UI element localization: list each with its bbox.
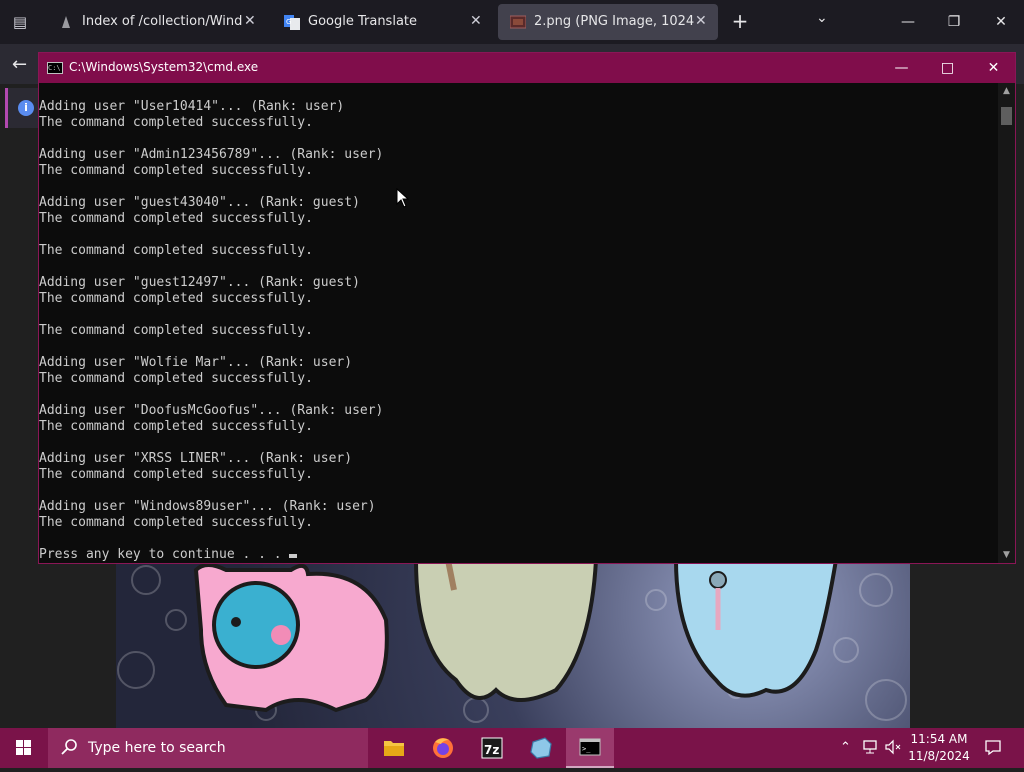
console-line: Adding user "DoofusMcGoofus"... (Rank: u… — [39, 403, 384, 418]
close-icon[interactable]: ✕ — [981, 8, 1021, 36]
browser-tab-bar: ▤ Index of /collection/Windows X ✕ G Goo… — [0, 0, 1024, 44]
svg-text:>_: >_ — [582, 745, 591, 753]
text-cursor — [289, 554, 298, 558]
7zip-button[interactable]: 7z — [468, 728, 516, 768]
mouse-pointer-icon — [396, 188, 410, 208]
tab-label: Google Translate — [308, 14, 418, 29]
file-explorer-button[interactable] — [370, 728, 418, 768]
7zip-icon: 7z — [481, 737, 503, 759]
console-line: The command completed successfully. — [39, 515, 313, 530]
tab-label: Index of /collection/Windows X — [82, 14, 242, 29]
virtualbox-icon — [530, 737, 552, 759]
console-output[interactable]: Adding user "User10414"... (Rank: user) T… — [39, 83, 999, 579]
windows-logo-icon — [16, 740, 31, 755]
scroll-down-icon[interactable]: ▼ — [998, 547, 1015, 563]
clock-time: 11:54 AM — [910, 732, 968, 746]
console-line: The command completed successfully. — [39, 371, 313, 386]
console-line: The command completed successfully. — [39, 291, 313, 306]
back-arrow-icon[interactable]: ← — [12, 54, 27, 75]
console-line: The command completed successfully. — [39, 243, 313, 258]
image-favicon-icon — [510, 15, 526, 29]
scrollbar-thumb[interactable] — [1001, 107, 1012, 125]
system-clock[interactable]: 11:54 AM 11/8/2024 — [908, 731, 970, 765]
google-translate-icon: G — [284, 15, 300, 30]
tab-google-translate[interactable]: G Google Translate ✕ — [272, 4, 486, 40]
virtualbox-button[interactable] — [517, 728, 565, 768]
volume-muted-icon[interactable] — [884, 739, 902, 755]
scroll-up-icon[interactable]: ▲ — [998, 83, 1015, 99]
search-placeholder: Type here to search — [88, 740, 226, 756]
svg-text:7z: 7z — [484, 743, 499, 757]
firefox-icon — [433, 738, 453, 758]
cmd-app-icon: C:\ — [47, 62, 63, 74]
taskbar: Type here to search 7z >_ ⌃ 11:54 AM 11/… — [0, 728, 1024, 768]
console-line: The command completed successfully. — [39, 323, 313, 338]
command-prompt-icon: >_ — [579, 738, 601, 756]
taskbar-search-box[interactable]: Type here to search — [48, 728, 368, 768]
minimize-icon[interactable]: — — [888, 8, 928, 36]
tab-png-image[interactable]: 2.png (PNG Image, 1024 × 768 | ✕ — [498, 4, 718, 40]
chevron-up-icon[interactable]: ⌃ — [840, 740, 851, 755]
console-line: Adding user "Wolfie Mar"... (Rank: user) — [39, 355, 353, 370]
console-line: The command completed successfully. — [39, 419, 313, 434]
tab-label: 2.png (PNG Image, 1024 × 768 | — [534, 14, 694, 29]
close-tab-icon[interactable]: ✕ — [244, 13, 256, 29]
start-button[interactable] — [0, 728, 48, 768]
console-line: The command completed successfully. — [39, 467, 313, 482]
console-line: Adding user "User10414"... (Rank: user) — [39, 99, 345, 114]
cmd-title-bar[interactable]: C:\ C:\Windows\System32\cmd.exe — □ ✕ — [39, 53, 1015, 83]
console-line: Adding user "Admin123456789"... (Rank: u… — [39, 147, 384, 162]
svg-text:G: G — [286, 18, 291, 26]
cmd-close-icon[interactable]: ✕ — [971, 54, 1016, 82]
console-prompt: Press any key to continue . . . — [39, 547, 290, 562]
command-prompt-window[interactable]: C:\ C:\Windows\System32\cmd.exe — □ ✕ Ad… — [38, 52, 1016, 564]
close-tab-icon[interactable]: ✕ — [470, 13, 482, 29]
command-prompt-taskbar-button[interactable]: >_ — [566, 728, 614, 768]
notification-center-icon[interactable] — [984, 738, 1002, 756]
console-line: Adding user "Windows89user"... (Rank: us… — [39, 499, 376, 514]
folder-icon — [384, 741, 404, 756]
cmd-minimize-icon[interactable]: — — [879, 54, 924, 82]
console-scrollbar[interactable]: ▲ ▼ — [998, 83, 1015, 563]
background-image — [116, 560, 910, 728]
console-line: The command completed successfully. — [39, 211, 313, 226]
console-line: Adding user "guest12497"... (Rank: guest… — [39, 275, 360, 290]
restore-icon[interactable]: ❐ — [934, 8, 974, 36]
close-tab-icon[interactable]: ✕ — [695, 13, 707, 29]
chevron-down-icon[interactable]: ⌄ — [816, 10, 828, 26]
cmd-window-title: C:\Windows\System32\cmd.exe — [69, 60, 259, 74]
firefox-button[interactable] — [419, 728, 467, 768]
console-line: Adding user "XRSS LINER"... (Rank: user) — [39, 451, 353, 466]
cmd-maximize-icon[interactable]: □ — [925, 54, 970, 82]
tab-index-collection[interactable]: Index of /collection/Windows X ✕ — [46, 4, 260, 40]
tab-overview-icon[interactable]: ▤ — [8, 10, 32, 34]
search-icon — [61, 739, 77, 755]
console-line: The command completed successfully. — [39, 115, 313, 130]
character-artwork — [117, 560, 907, 723]
page-favicon-icon — [62, 16, 70, 28]
clock-date: 11/8/2024 — [908, 749, 970, 763]
console-line: Adding user "guest43040"... (Rank: guest… — [39, 195, 360, 210]
console-line: The command completed successfully. — [39, 163, 313, 178]
info-icon[interactable]: i — [18, 100, 34, 116]
new-tab-icon[interactable]: + — [730, 9, 750, 35]
network-icon[interactable] — [862, 739, 878, 755]
console-prompt-line: Press any key to continue . . . — [39, 547, 999, 563]
